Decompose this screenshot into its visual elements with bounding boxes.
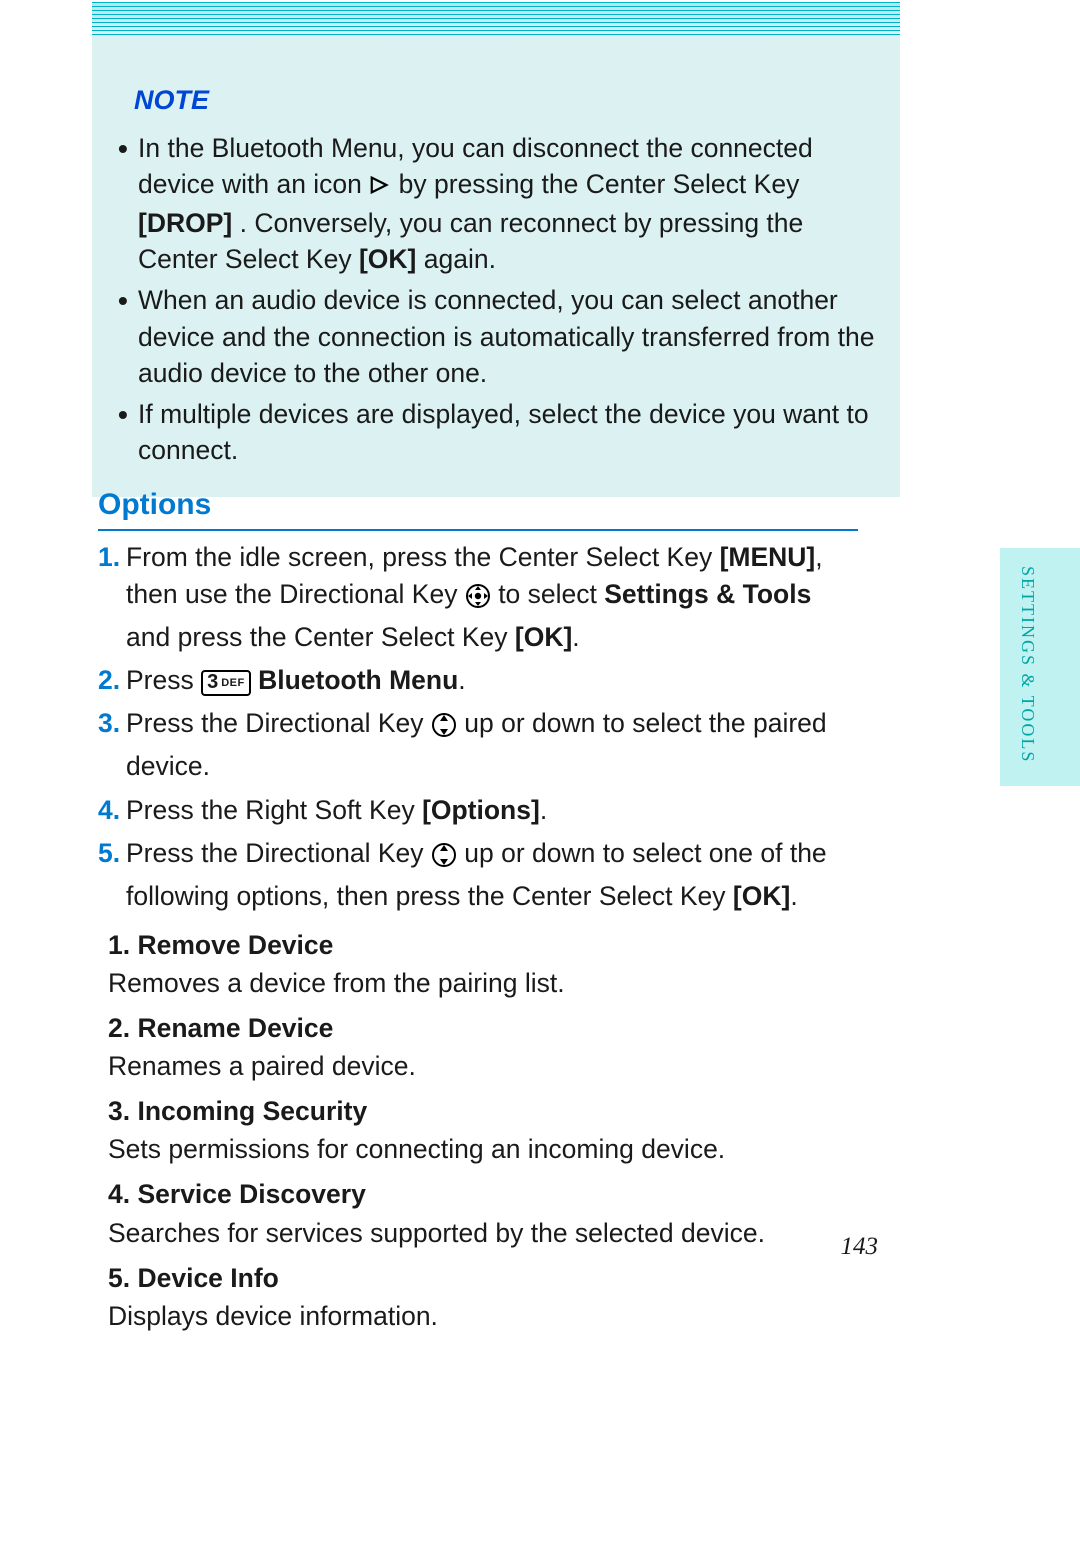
key-label: [OK] (733, 881, 790, 911)
side-tab-label: SETTINGS & TOOLS (1015, 566, 1040, 763)
option-desc: Removes a device from the pairing list. (108, 965, 858, 1002)
key-label: [DROP] (138, 208, 232, 238)
text: Press the Directional Key (126, 838, 431, 868)
option-item: 1. Remove Device Removes a device from t… (108, 927, 858, 1002)
option-label: 2. Rename Device (108, 1010, 858, 1047)
option-label: 3. Incoming Security (108, 1093, 858, 1130)
text: From the idle screen, press the Center S… (126, 542, 720, 572)
note-list: In the Bluetooth Menu, you can disconnec… (116, 130, 876, 469)
section-title: Options (98, 484, 858, 531)
key-label: [MENU] (720, 542, 816, 572)
note-item: When an audio device is connected, you c… (116, 282, 876, 392)
option-item: 4. Service Discovery Searches for servic… (108, 1176, 858, 1251)
option-label: 1. Remove Device (108, 927, 858, 964)
option-label: 4. Service Discovery (108, 1176, 858, 1213)
text: again. (424, 244, 496, 274)
step: 4. Press the Right Soft Key [Options]. (98, 792, 858, 829)
text: Press (126, 665, 201, 695)
directional-key-4way-icon (465, 582, 491, 619)
text: . (790, 881, 797, 911)
option-desc: Renames a paired device. (108, 1048, 858, 1085)
step-number: 5. (98, 835, 120, 872)
key-label: [OK] (359, 244, 416, 274)
note-item: If multiple devices are displayed, selec… (116, 396, 876, 469)
menu-label: Bluetooth Menu (258, 665, 458, 695)
note-box: NOTE In the Bluetooth Menu, you can disc… (92, 2, 900, 497)
options-section: Options 1. From the idle screen, press t… (98, 484, 858, 1343)
text: . (458, 665, 465, 695)
note-title: NOTE (134, 82, 876, 120)
option-items: 1. Remove Device Removes a device from t… (108, 927, 858, 1335)
text: . (572, 622, 579, 652)
step-number: 2. (98, 662, 120, 699)
key-digit: 3 (207, 671, 218, 693)
text: If multiple devices are displayed, selec… (138, 399, 869, 466)
step-number: 1. (98, 539, 120, 576)
step: 2. Press 3DEF Bluetooth Menu. (98, 662, 858, 699)
text: by pressing the Center Select Key (399, 169, 800, 199)
side-tab: SETTINGS & TOOLS (1000, 548, 1080, 786)
step-list: 1. From the idle screen, press the Cente… (98, 539, 858, 915)
step: 3. Press the Directional Key up or down … (98, 705, 858, 785)
directional-key-updown-icon (431, 841, 457, 878)
option-desc: Displays device information. (108, 1298, 858, 1335)
option-item: 5. Device Info Displays device informati… (108, 1260, 858, 1335)
text: to select (498, 579, 604, 609)
step-number: 4. (98, 792, 120, 829)
text: . (540, 795, 547, 825)
step: 5. Press the Directional Key up or down … (98, 835, 858, 915)
key-letters: DEF (221, 677, 245, 689)
option-item: 2. Rename Device Renames a paired device… (108, 1010, 858, 1085)
option-desc: Sets permissions for connecting an incom… (108, 1131, 858, 1168)
option-desc: Searches for services supported by the s… (108, 1215, 858, 1252)
text: When an audio device is connected, you c… (138, 285, 875, 388)
directional-key-updown-icon (431, 711, 457, 748)
note-item: In the Bluetooth Menu, you can disconnec… (116, 130, 876, 278)
text: and press the Center Select Key (126, 622, 515, 652)
text: Press the Right Soft Key (126, 795, 422, 825)
phone-key-3-icon: 3DEF (201, 670, 251, 696)
option-label: 5. Device Info (108, 1260, 858, 1297)
chevron-right-outline-icon (369, 168, 391, 205)
menu-label: Settings & Tools (604, 579, 811, 609)
step: 1. From the idle screen, press the Cente… (98, 539, 858, 656)
key-label: [OK] (515, 622, 572, 652)
key-label: [Options] (422, 795, 540, 825)
step-number: 3. (98, 705, 120, 742)
page-number: 143 (841, 1229, 879, 1264)
text: Press the Directional Key (126, 708, 431, 738)
option-item: 3. Incoming Security Sets permissions fo… (108, 1093, 858, 1168)
